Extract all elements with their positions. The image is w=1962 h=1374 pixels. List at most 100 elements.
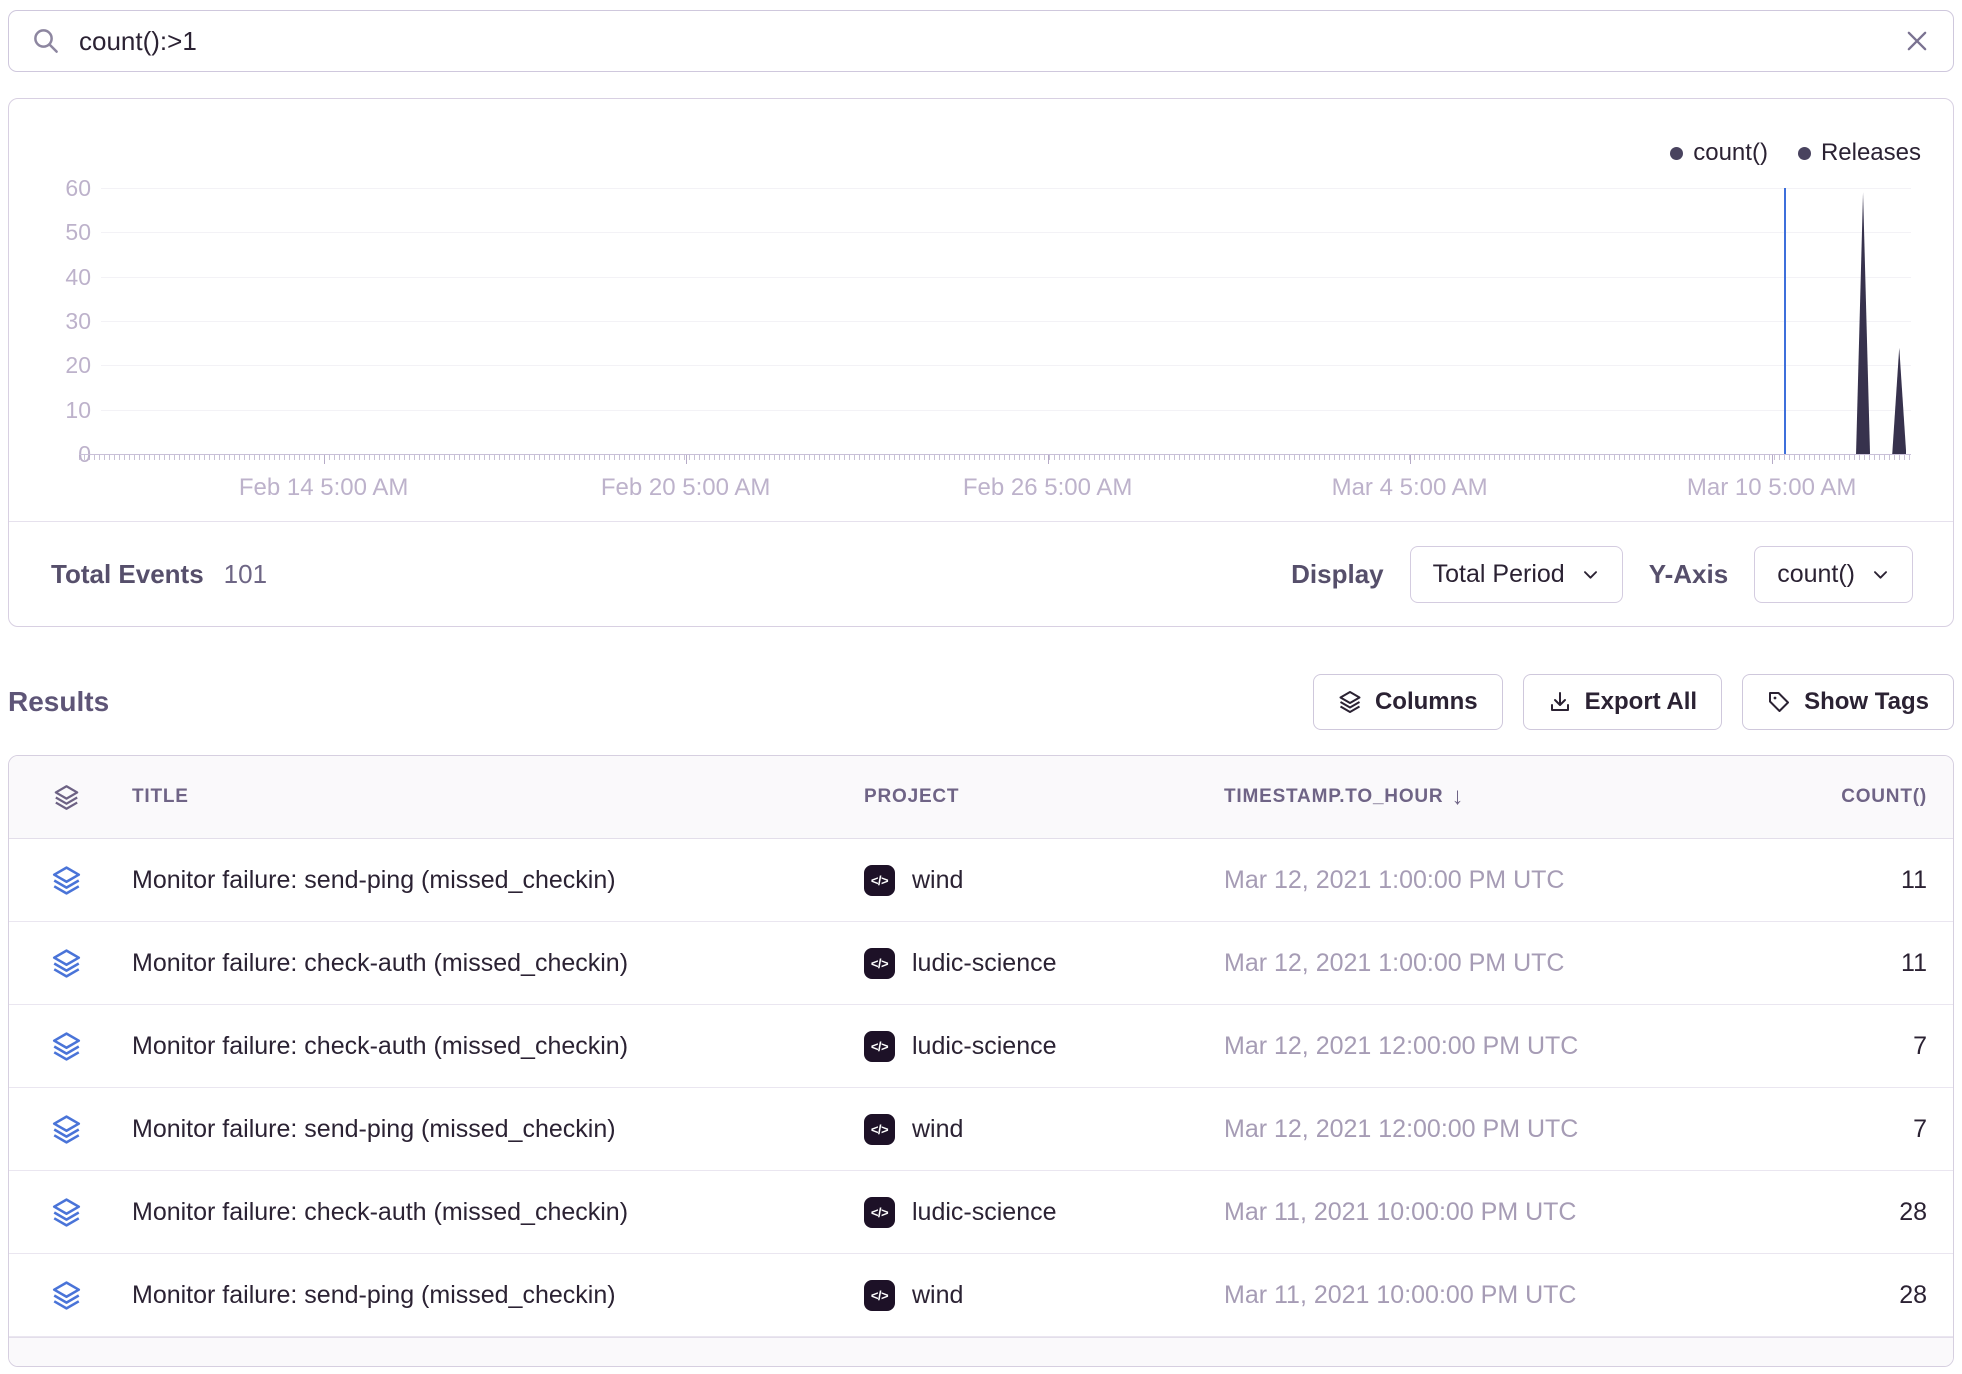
show-tags-button[interactable]: Show Tags [1742,674,1954,730]
x-axis-major-tick [1048,455,1049,464]
stack-icon [51,1280,82,1311]
column-header-project[interactable]: PROJECT [856,786,1216,808]
project-name: ludic-science [912,1032,1057,1061]
row-title: Monitor failure: check-auth (missed_chec… [124,949,856,978]
x-axis-tick-label: Feb 20 5:00 AM [526,474,846,502]
legend-item[interactable]: count() [1670,139,1768,167]
legend-dot-icon [1798,147,1811,160]
chart-panel-footer: Total Events 101 Display Total Period Y-… [9,521,1953,626]
row-count: 11 [1736,866,1953,895]
project-platform-icon: </> [864,1114,895,1145]
results-actions: Columns Export All Show Tags [1313,674,1954,730]
row-timestamp: Mar 11, 2021 10:00:00 PM UTC [1216,1281,1736,1310]
y-axis-label: Y-Axis [1649,559,1729,590]
search-icon [31,26,61,56]
chart-controls: Display Total Period Y-Axis count() [1291,546,1913,603]
project-name: wind [912,1281,963,1310]
project-name: ludic-science [912,1198,1057,1227]
x-axis-tick-label: Feb 26 5:00 AM [888,474,1208,502]
results-table: TITLE PROJECT TIMESTAMP.TO_HOUR ↓ COUNT(… [8,755,1954,1367]
chevron-down-icon [1581,565,1600,584]
display-label: Display [1291,559,1384,590]
tag-icon [1767,690,1791,714]
table-footer [9,1337,1953,1366]
stack-icon [51,1197,82,1228]
legend-item[interactable]: Releases [1798,139,1921,167]
row-timestamp: Mar 11, 2021 10:00:00 PM UTC [1216,1198,1736,1227]
row-title: Monitor failure: send-ping (missed_check… [124,866,856,895]
legend-label: Releases [1821,139,1921,167]
row-title: Monitor failure: send-ping (missed_check… [124,1115,856,1144]
gridline [101,232,1911,233]
x-axis-minor-ticks [79,455,1911,460]
y-axis-tick-label: 40 [11,264,91,291]
sort-desc-icon: ↓ [1451,783,1464,811]
project-name: wind [912,1115,963,1144]
results-heading: Results [8,686,109,718]
release-line-marker [1784,188,1786,454]
stack-icon [53,784,80,811]
table-row[interactable]: Monitor failure: send-ping (missed_check… [9,1254,1953,1337]
table-row[interactable]: Monitor failure: check-auth (missed_chec… [9,922,1953,1005]
gridline [101,365,1911,366]
chevron-down-icon [1871,565,1890,584]
legend-dot-icon [1670,147,1683,160]
columns-button[interactable]: Columns [1313,674,1503,730]
results-header: Results Columns Export All [8,672,1954,732]
y-axis-tick-label: 20 [11,352,91,379]
x-axis-tick-label: Mar 10 5:00 AM [1612,474,1932,502]
search-bar [8,10,1954,72]
x-axis-major-tick [1772,455,1773,464]
table-row[interactable]: Monitor failure: send-ping (missed_check… [9,839,1953,922]
x-axis-major-tick [1410,455,1411,464]
export-all-button[interactable]: Export All [1523,674,1722,730]
row-count: 11 [1736,949,1953,978]
column-header-timestamp[interactable]: TIMESTAMP.TO_HOUR ↓ [1216,783,1736,811]
row-title: Monitor failure: check-auth (missed_chec… [124,1032,856,1061]
chart-panel: count()Releases 0102030405060Feb 14 5:00… [8,98,1954,627]
y-axis-tick-label: 50 [11,219,91,246]
table-header: TITLE PROJECT TIMESTAMP.TO_HOUR ↓ COUNT(… [9,756,1953,839]
y-axis-dropdown[interactable]: count() [1754,546,1913,603]
columns-button-label: Columns [1375,688,1478,716]
y-axis-tick-label: 10 [11,397,91,424]
gridline [101,410,1911,411]
column-header-title[interactable]: TITLE [124,786,856,808]
gridline [101,277,1911,278]
x-axis-major-tick [686,455,687,464]
x-axis-major-tick [324,455,325,464]
y-axis-tick-label: 30 [11,308,91,335]
chart-area: 0102030405060Feb 14 5:00 AMFeb 20 5:00 A… [9,99,1953,523]
search-input[interactable] [79,26,1885,57]
stack-icon [51,1114,82,1145]
display-dropdown[interactable]: Total Period [1410,546,1623,603]
row-count: 28 [1736,1198,1953,1227]
export-all-button-label: Export All [1585,688,1697,716]
total-events: Total Events 101 [51,559,267,590]
project-platform-icon: </> [864,865,895,896]
legend-label: count() [1693,139,1768,167]
table-row[interactable]: Monitor failure: send-ping (missed_check… [9,1088,1953,1171]
stack-icon [1338,690,1362,714]
y-axis-dropdown-value: count() [1777,560,1855,589]
row-count: 28 [1736,1281,1953,1310]
display-dropdown-value: Total Period [1433,560,1565,589]
column-header-count[interactable]: COUNT() [1736,786,1953,808]
header-stack-icon-cell[interactable] [9,784,124,811]
project-platform-icon: </> [864,1031,895,1062]
project-platform-icon: </> [864,1197,895,1228]
x-axis-tick-label: Mar 4 5:00 AM [1250,474,1570,502]
table-row[interactable]: Monitor failure: check-auth (missed_chec… [9,1171,1953,1254]
row-count: 7 [1736,1115,1953,1144]
project-platform-icon: </> [864,948,895,979]
row-timestamp: Mar 12, 2021 1:00:00 PM UTC [1216,866,1736,895]
table-row[interactable]: Monitor failure: check-auth (missed_chec… [9,1005,1953,1088]
table-body: Monitor failure: send-ping (missed_check… [9,839,1953,1337]
project-name: wind [912,866,963,895]
clear-search-button[interactable] [1903,27,1931,55]
total-events-value: 101 [224,559,267,590]
project-platform-icon: </> [864,1280,895,1311]
stack-icon [51,865,82,896]
show-tags-button-label: Show Tags [1804,688,1929,716]
download-icon [1548,690,1572,714]
